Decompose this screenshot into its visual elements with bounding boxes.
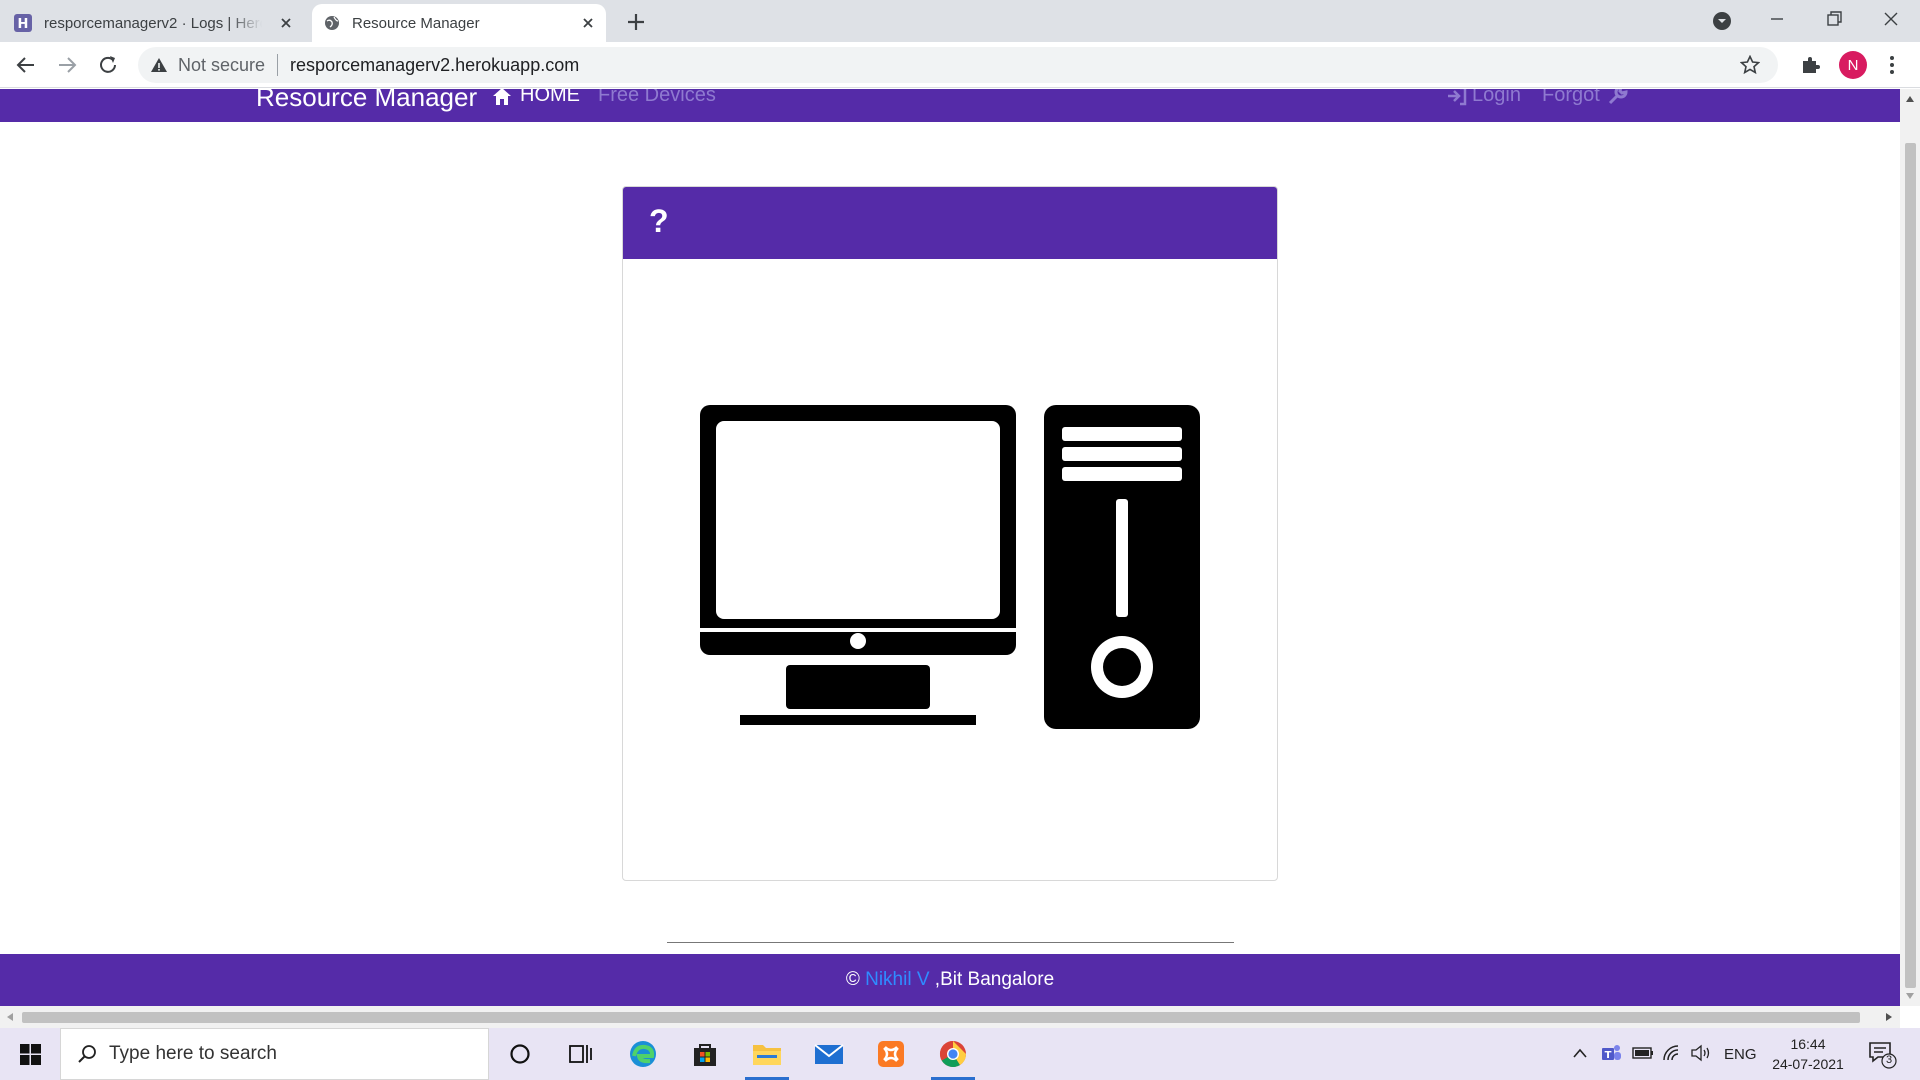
- tray-chevron-up-icon[interactable]: [1572, 1047, 1588, 1059]
- svg-text:H: H: [18, 17, 29, 32]
- battery-icon[interactable]: [1632, 1046, 1654, 1060]
- task-view-icon: [569, 1045, 592, 1063]
- action-center-button[interactable]: 3: [1868, 1040, 1898, 1070]
- store-bag-icon: [694, 1044, 716, 1066]
- cortana-circle-icon: [510, 1044, 530, 1064]
- windows-taskbar: Type here to search T ENG 16:44 24-07-20…: [0, 1028, 1920, 1080]
- cortana-button[interactable]: [492, 1028, 548, 1080]
- restore-icon[interactable]: [1818, 8, 1848, 32]
- back-arrow-icon[interactable]: [14, 53, 38, 77]
- bookmark-star-icon[interactable]: [1740, 55, 1760, 75]
- sign-in-icon: [1448, 89, 1467, 105]
- clock-date: 24-07-2021: [1772, 1056, 1844, 1072]
- mail-app-button[interactable]: [801, 1028, 857, 1080]
- browser-tab-resource-manager[interactable]: Resource Manager: [312, 4, 606, 42]
- vertical-scrollbar[interactable]: [1900, 89, 1920, 1006]
- svg-text:T: T: [1605, 1050, 1612, 1061]
- page-viewport: Resource Manager HOME Free Devices Login…: [0, 89, 1920, 1028]
- desktop-computer-icon: [700, 405, 1200, 729]
- minimize-icon[interactable]: [1762, 8, 1792, 32]
- site-brand[interactable]: Resource Manager: [256, 89, 477, 113]
- site-footer: © Nikhil V ,Bit Bangalore: [0, 954, 1900, 1006]
- home-icon: [493, 89, 511, 105]
- reload-icon[interactable]: [96, 53, 120, 77]
- windows-start-icon[interactable]: [20, 1044, 41, 1065]
- browser-toolbar: Not secure resporcemanagerv2.herokuapp.c…: [0, 42, 1920, 88]
- heroku-favicon-icon: H: [14, 14, 32, 32]
- device-card: ?: [622, 186, 1278, 943]
- address-bar[interactable]: Not secure resporcemanagerv2.herokuapp.c…: [138, 47, 1778, 83]
- menu-kebab-icon[interactable]: [1884, 54, 1900, 76]
- taskbar-clock[interactable]: 16:44 24-07-2021: [1766, 1034, 1850, 1074]
- footer-org: ,Bit Bangalore: [934, 969, 1055, 990]
- chrome-icon: [939, 1040, 967, 1068]
- nav-forgot-label: Forgot: [1542, 89, 1600, 106]
- xampp-app-button[interactable]: [863, 1028, 919, 1080]
- scroll-left-arrow-icon[interactable]: [6, 1012, 14, 1022]
- wifi-icon[interactable]: [1662, 1044, 1684, 1062]
- site-navbar: Resource Manager HOME Free Devices Login…: [0, 89, 1900, 122]
- file-explorer-app-button[interactable]: [739, 1028, 795, 1080]
- scroll-down-arrow-icon[interactable]: [1905, 992, 1915, 1000]
- omnibox-divider: [277, 54, 279, 76]
- search-icon: [78, 1045, 96, 1063]
- chrome-app-button[interactable]: [925, 1028, 981, 1080]
- horizontal-scroll-thumb[interactable]: [22, 1012, 1860, 1023]
- device-card-title: ?: [649, 203, 669, 239]
- nav-login-link[interactable]: Login: [1446, 89, 1521, 107]
- edge-browser-icon: [630, 1041, 656, 1067]
- xampp-icon: [878, 1041, 904, 1067]
- volume-icon[interactable]: [1690, 1044, 1712, 1062]
- scroll-right-arrow-icon[interactable]: [1885, 1012, 1893, 1022]
- browser-tab-heroku-logs[interactable]: H resporcemanagerv2 · Logs | Heroku: [14, 4, 304, 42]
- tab-title: Resource Manager: [352, 14, 480, 32]
- nav-home-link[interactable]: HOME: [492, 89, 580, 107]
- wrench-icon: [1608, 89, 1628, 104]
- teams-icon[interactable]: T: [1600, 1042, 1622, 1064]
- clock-time: 16:44: [1790, 1036, 1826, 1052]
- url-text[interactable]: resporcemanagerv2.herokuapp.com: [290, 55, 579, 76]
- taskbar-search-placeholder: Type here to search: [109, 1043, 277, 1064]
- scroll-up-arrow-icon[interactable]: [1905, 95, 1915, 103]
- mail-envelope-icon: [814, 1044, 844, 1064]
- forward-arrow-icon[interactable]: [55, 53, 79, 77]
- language-indicator[interactable]: ENG: [1724, 1028, 1757, 1080]
- close-window-icon[interactable]: [1876, 8, 1906, 32]
- nav-home-label: HOME: [520, 89, 580, 106]
- store-app-button[interactable]: [677, 1028, 733, 1080]
- copyright-symbol: ©: [845, 969, 860, 990]
- notification-icon: [1869, 1042, 1897, 1069]
- folder-icon: [753, 1045, 781, 1065]
- taskbar-search-box[interactable]: Type here to search: [60, 1028, 489, 1080]
- footer-author-link[interactable]: Nikhil V: [865, 969, 929, 991]
- browser-tab-bar: H resporcemanagerv2 · Logs | Heroku Reso…: [0, 0, 1920, 42]
- profile-avatar[interactable]: N: [1839, 51, 1867, 79]
- tab-title: resporcemanagerv2 · Logs | Heroku: [44, 14, 262, 32]
- close-tab-icon[interactable]: [580, 15, 596, 31]
- globe-icon: [325, 16, 339, 30]
- edge-app-button[interactable]: [615, 1028, 671, 1080]
- nav-login-label: Login: [1472, 89, 1521, 106]
- notification-count: 3: [1885, 1054, 1893, 1066]
- device-card-header: ?: [623, 187, 1277, 259]
- nav-forgot-link[interactable]: Forgot: [1542, 89, 1628, 107]
- not-secure-label[interactable]: Not secure: [178, 55, 265, 76]
- card-divider: [667, 942, 1234, 943]
- vertical-scroll-thumb[interactable]: [1905, 143, 1916, 988]
- new-tab-icon[interactable]: [624, 10, 648, 34]
- tab-search-icon[interactable]: [1707, 8, 1737, 32]
- horizontal-scrollbar[interactable]: [0, 1006, 1900, 1028]
- nav-free-devices-link[interactable]: Free Devices: [598, 89, 716, 107]
- close-tab-icon[interactable]: [278, 15, 294, 31]
- task-view-button[interactable]: [552, 1028, 608, 1080]
- extensions-puzzle-icon[interactable]: [1800, 54, 1822, 76]
- warning-triangle-icon[interactable]: [150, 56, 168, 74]
